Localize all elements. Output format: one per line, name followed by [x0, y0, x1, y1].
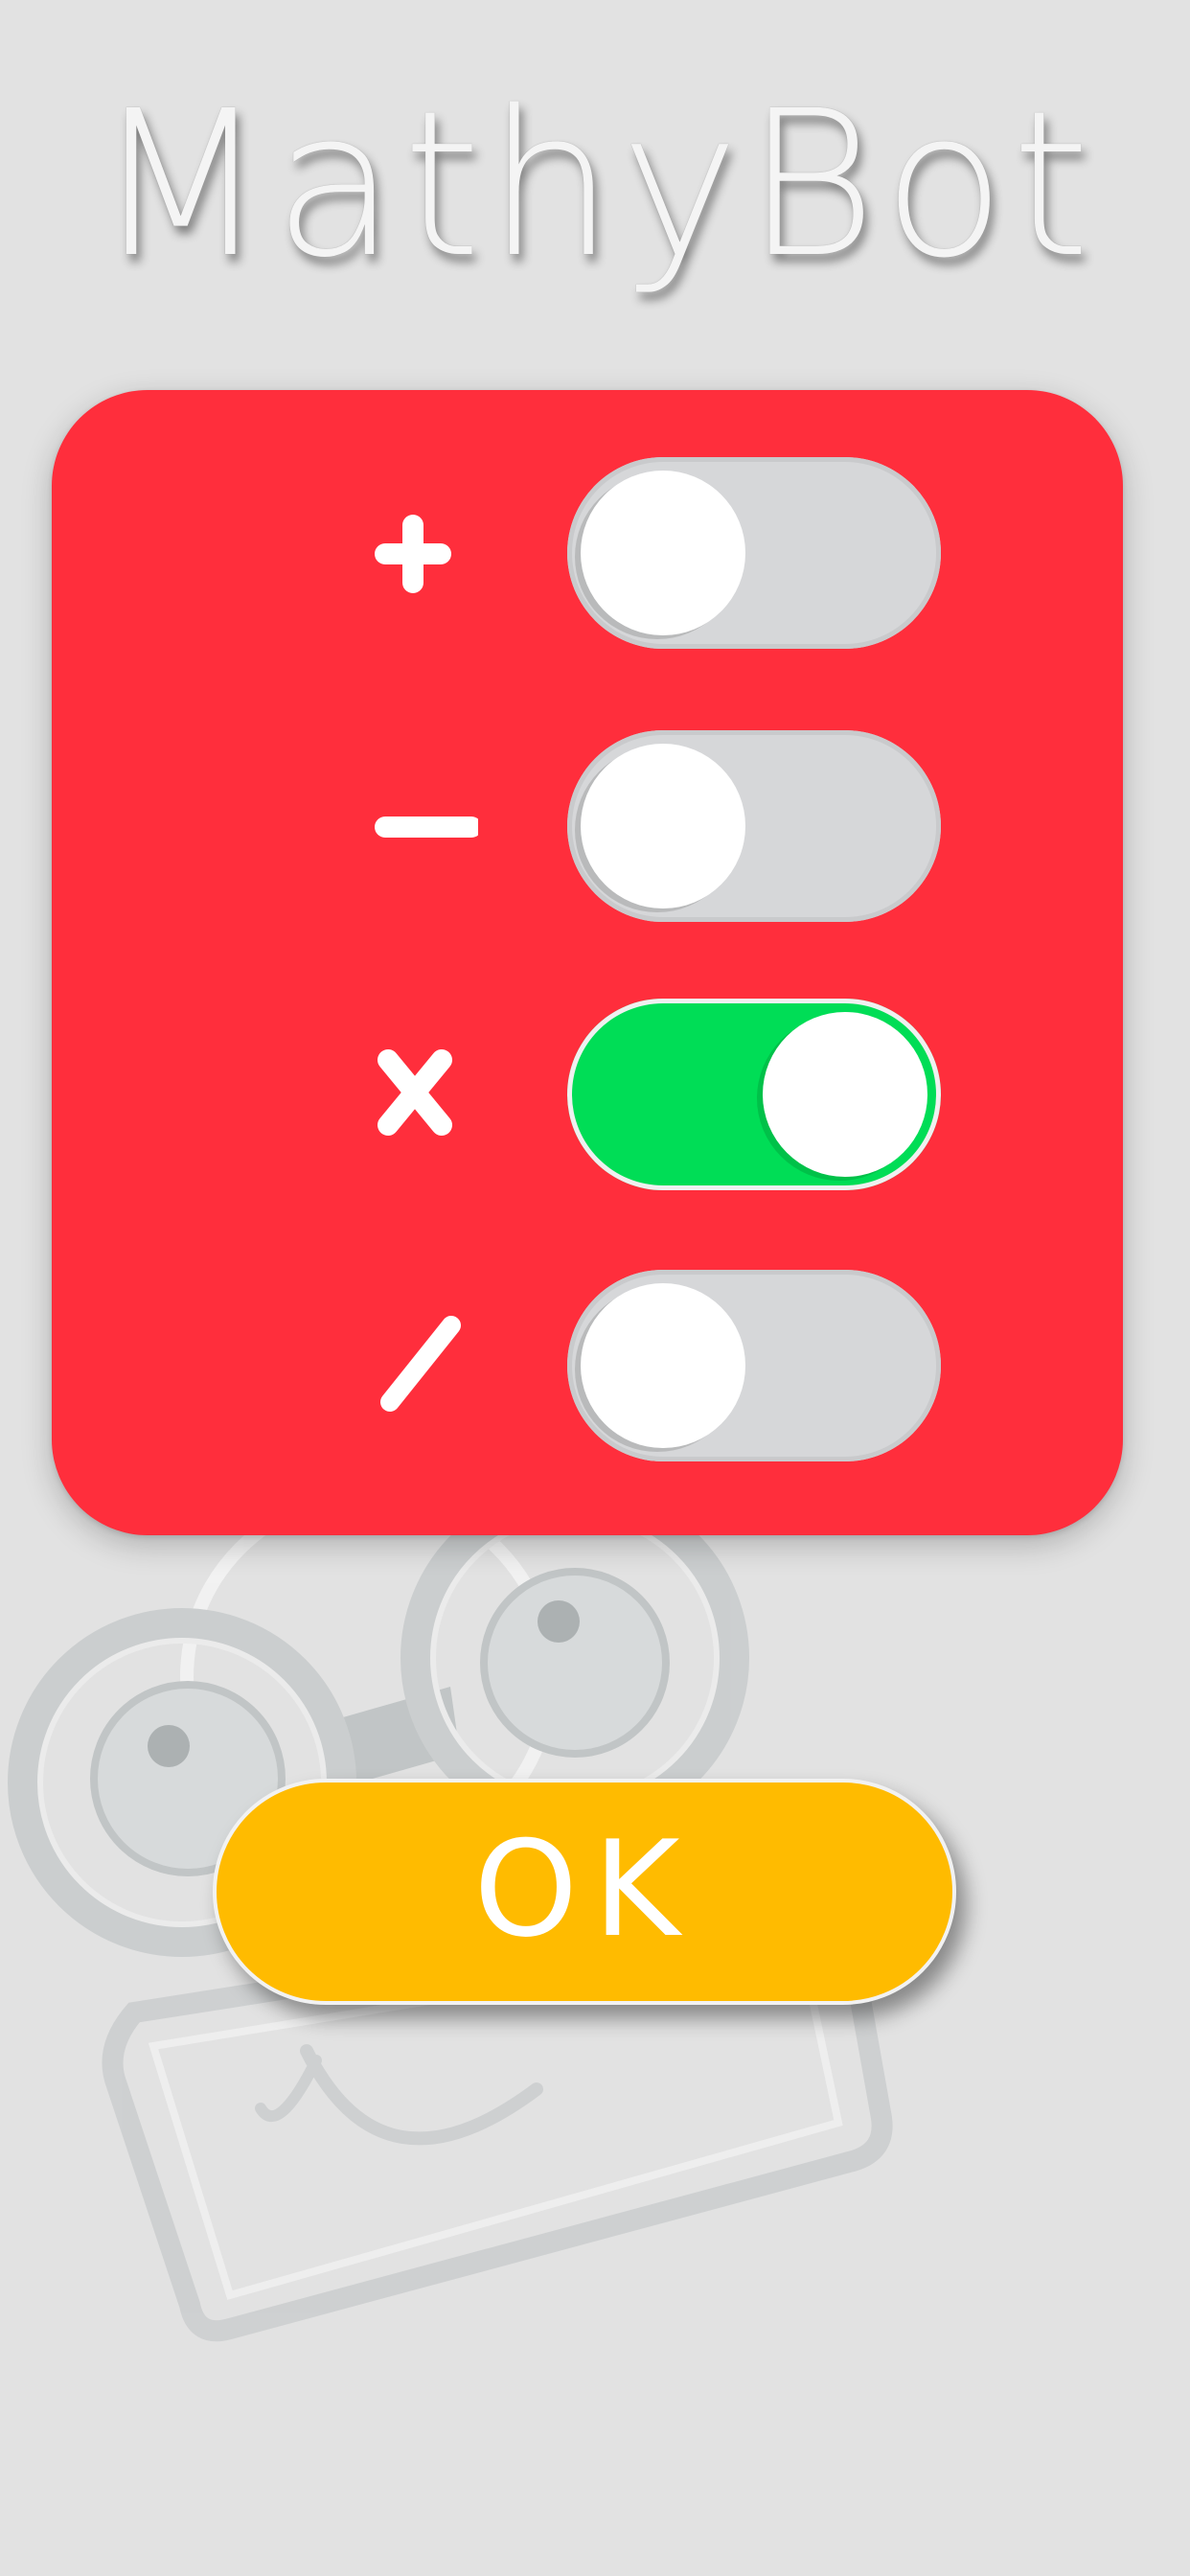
add-toggle-switch[interactable] [567, 457, 941, 649]
toggle-knob [581, 1283, 745, 1448]
operation-row-multiply [52, 999, 1123, 1190]
operation-row-subtract [52, 730, 1123, 922]
toggle-knob [581, 471, 745, 635]
minus-icon [375, 816, 478, 838]
ok-button[interactable]: OK [213, 1779, 956, 2005]
toggle-knob [763, 1012, 927, 1177]
divide-toggle-switch[interactable] [567, 1270, 941, 1461]
multiply-icon [378, 1049, 452, 1136]
toggle-knob [581, 744, 745, 908]
operations-panel [52, 390, 1123, 1535]
divide-slash-icon [380, 1316, 461, 1412]
app-title: MathyBot [94, 67, 1096, 302]
multiply-toggle-switch[interactable] [567, 999, 941, 1190]
operation-row-add [52, 457, 1123, 649]
subtract-toggle-switch[interactable] [567, 730, 941, 922]
plus-icon [375, 515, 451, 593]
operation-row-divide [52, 1270, 1123, 1461]
